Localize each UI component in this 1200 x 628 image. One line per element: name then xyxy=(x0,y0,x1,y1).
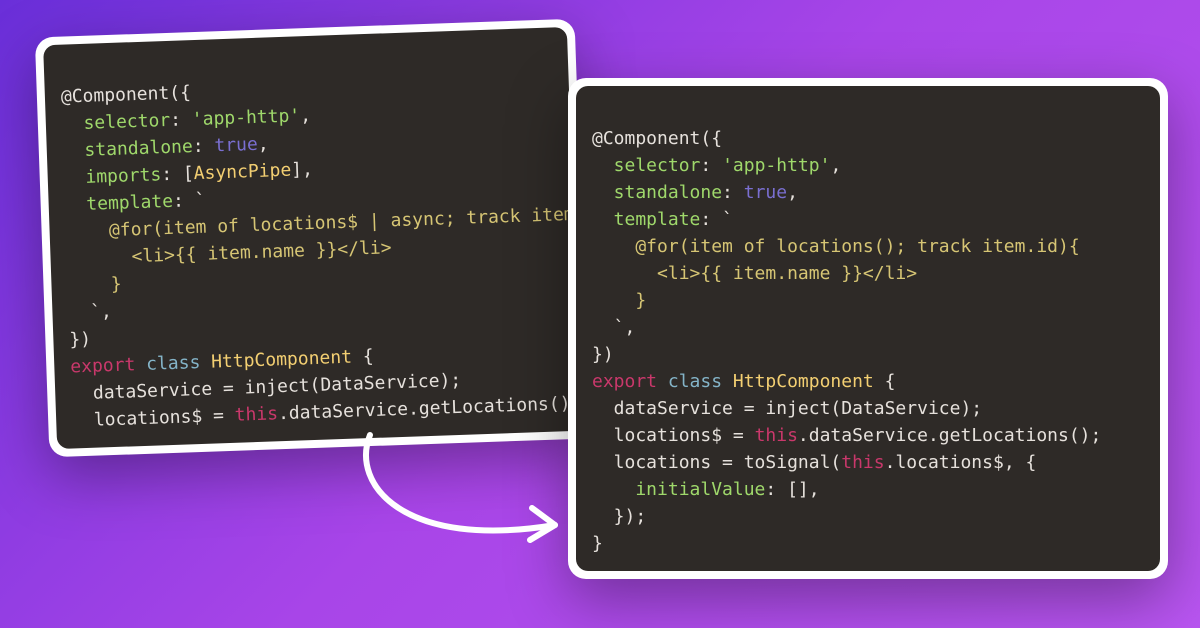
code-line: } xyxy=(67,274,122,297)
code-token: { xyxy=(874,371,896,392)
code-token: .dataService.getLocations(); xyxy=(798,425,1101,446)
code-token: this xyxy=(234,403,278,426)
code-token: true xyxy=(214,134,258,157)
code-token: : [ xyxy=(161,163,194,185)
code-token: export xyxy=(70,354,136,377)
code-token: locations$ = xyxy=(592,425,755,446)
code-token: initialValue xyxy=(592,479,765,500)
code-token: HttpComponent xyxy=(733,371,874,392)
code-block-before: @Component({ selector: 'app-http', stand… xyxy=(43,27,581,449)
code-token: locations = toSignal( xyxy=(592,452,841,473)
code-token: , xyxy=(300,105,312,126)
arrow-icon xyxy=(335,430,595,580)
code-token: : xyxy=(170,109,192,131)
code-token: template xyxy=(592,209,700,230)
code-token: 'app-http' xyxy=(722,155,830,176)
code-token: template xyxy=(64,191,173,216)
code-token: locations$ = xyxy=(72,405,235,432)
code-line: <li>{{ item.name }}</li> xyxy=(66,237,392,269)
code-line: <li>{{ item.name }}</li> xyxy=(592,263,917,284)
code-token: imports xyxy=(63,164,161,188)
code-token: true xyxy=(744,182,787,203)
code-token: AsyncPipe xyxy=(193,160,291,184)
code-token: 'app-http' xyxy=(191,105,300,130)
code-line: @Component({ xyxy=(61,82,192,108)
code-line: `, xyxy=(68,301,112,324)
code-token: this xyxy=(841,452,884,473)
code-token: : ` xyxy=(700,209,733,230)
code-token: : xyxy=(722,182,744,203)
code-token: export xyxy=(592,371,657,392)
code-line: dataService = inject(DataService); xyxy=(592,398,982,419)
code-token: this xyxy=(755,425,798,446)
code-token: : ` xyxy=(173,190,206,212)
code-block-after: @Component({ selector: 'app-http', stand… xyxy=(576,86,1160,571)
code-line: @Component({ xyxy=(592,128,722,149)
code-token: { xyxy=(352,346,374,368)
code-token: selector xyxy=(62,110,171,135)
code-line: `, xyxy=(592,317,635,338)
code-line: }) xyxy=(69,329,91,351)
code-token: , xyxy=(257,133,269,154)
code-token: .dataService.getLocations(); xyxy=(278,393,581,425)
code-token: HttpComponent xyxy=(211,347,353,373)
code-token: , xyxy=(787,182,798,203)
code-token: class xyxy=(657,371,733,392)
code-line: } xyxy=(592,533,603,554)
code-token: : xyxy=(192,135,214,157)
code-token: , xyxy=(830,155,841,176)
code-line: } xyxy=(592,290,646,311)
code-line: }); xyxy=(592,506,646,527)
code-card-before: @Component({ selector: 'app-http', stand… xyxy=(35,19,589,458)
code-token: : xyxy=(700,155,722,176)
code-token: class xyxy=(135,352,212,376)
code-token: standalone xyxy=(62,136,193,162)
code-token: : [], xyxy=(765,479,819,500)
code-card-after: @Component({ selector: 'app-http', stand… xyxy=(568,78,1168,579)
code-token: standalone xyxy=(592,182,722,203)
code-line: }) xyxy=(592,344,614,365)
code-line: @for(item of locations(); track item.id)… xyxy=(592,236,1080,257)
code-token: .locations$, { xyxy=(885,452,1037,473)
code-token: ], xyxy=(291,159,313,181)
code-token: selector xyxy=(592,155,700,176)
